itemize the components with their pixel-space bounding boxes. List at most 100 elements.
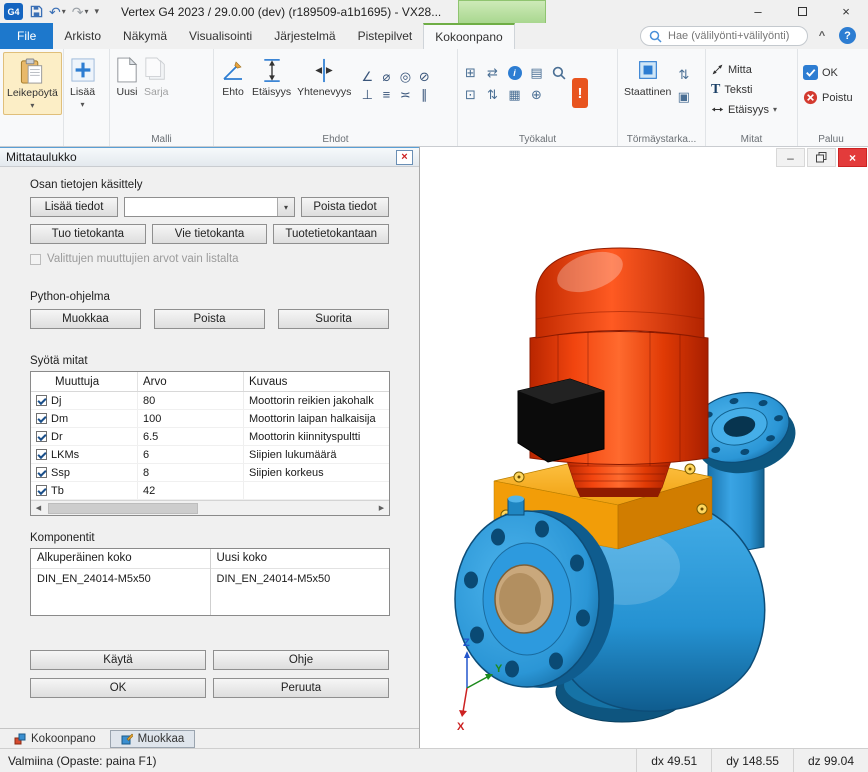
collinear-constraint-icon[interactable]: ∥ [415,86,433,103]
info-tool-button[interactable]: i [505,64,524,82]
add-tool-icon[interactable]: ⊕ [527,86,546,104]
variable-value[interactable]: 42 [137,482,243,499]
combobox-dropdown-icon[interactable]: ▾ [277,198,294,216]
ehto-button[interactable]: Ehto [217,52,249,102]
sort-tool-icon[interactable]: ⇅ [483,86,502,104]
symmetric-constraint-icon[interactable]: ≍ [396,86,414,103]
variable-value[interactable]: 6.5 [137,428,243,445]
variable-value[interactable]: 80 [137,392,243,409]
app-icon[interactable]: G4 [4,3,23,20]
row-checkbox[interactable] [36,431,47,442]
tab-kokoonpano[interactable]: Kokoonpano [423,23,514,49]
table-row[interactable]: LKMs 6 Siipien lukumäärä [31,446,389,464]
frame-tool-icon[interactable]: ⊡ [461,86,480,104]
muokkaa-python-button[interactable]: Muokkaa [30,309,141,329]
tuo-tietokanta-button[interactable]: Tuo tietokanta [30,224,146,244]
listalta-checkbox[interactable] [30,254,41,265]
pump-3d-model[interactable]: Z Y X [420,147,868,748]
component-original-size[interactable]: DIN_EN_24014-M5x50 [31,569,210,589]
search-input[interactable]: Hae (välilyönti+välilyönti) [640,26,808,46]
variable-value[interactable]: 100 [137,410,243,427]
uusi-button[interactable]: Uusi [113,52,141,102]
angle-constraint-icon[interactable]: ∠ [358,68,376,85]
variable-value[interactable]: 8 [137,464,243,481]
doc-close-button[interactable]: × [838,148,867,167]
help-button[interactable]: ? [839,27,856,44]
ok-ribbon-button[interactable]: OK [801,64,855,81]
mitta-button[interactable]: Mitta [709,61,779,78]
lisaa-tiedot-button[interactable]: Lisää tiedot [30,197,118,217]
yhtenevyys-button[interactable]: Yhtenevyys [294,52,354,102]
transfer-tool-icon[interactable]: ⇄ [483,64,502,82]
poista-tiedot-button[interactable]: Poista tiedot [301,197,389,217]
doc-tab-kokoonpano[interactable]: Kokoonpano [4,730,106,748]
maximize-button[interactable] [780,0,824,23]
staattinen-button[interactable]: Staattinen [621,52,674,102]
etaisyys-button[interactable]: Etäisyys [249,52,294,102]
swap-tool-icon[interactable]: ⇅ [674,66,693,84]
tangent-constraint-icon[interactable]: ⊘ [415,68,433,85]
poista-python-button[interactable]: Poista [154,309,265,329]
report-tool-icon[interactable]: ▤ [527,64,546,82]
ok-dialog-button[interactable]: OK [30,678,206,698]
close-button[interactable]: × [824,0,868,23]
panel-tool-icon[interactable]: ▣ [674,88,693,106]
motor-cap[interactable] [536,244,704,338]
variable-value[interactable]: 6 [137,446,243,463]
row-checkbox[interactable] [36,449,47,460]
dialog-title-bar[interactable]: Mittataulukko × [0,147,419,167]
terminal-box[interactable] [518,379,604,462]
paste-button[interactable]: Leikepöytä ▾ [3,52,62,115]
scroll-left-icon[interactable]: ◀ [31,501,46,515]
tab-arkisto[interactable]: Arkisto [53,23,112,49]
tab-jarjestelma[interactable]: Järjestelmä [263,23,346,49]
row-checkbox[interactable] [36,395,47,406]
concentric-constraint-icon[interactable]: ◎ [396,68,414,85]
kayta-button[interactable]: Käytä [30,650,206,670]
doc-restore-button[interactable] [807,148,836,167]
redo-button[interactable]: ↷▾ [72,5,89,19]
table-row[interactable]: Dj 80 Moottorin reikien jakohalk [31,392,389,410]
component-new-size[interactable]: DIN_EN_24014-M5x50 [211,569,390,589]
perpendicular-constraint-icon[interactable]: ⊥ [358,86,376,103]
tab-visualisointi[interactable]: Visualisointi [178,23,263,49]
row-checkbox[interactable] [36,413,47,424]
minimize-button[interactable]: – [736,0,780,23]
table-row[interactable]: Dr 6.5 Moottorin kiinnityspultti [31,428,389,446]
warning-button[interactable]: ! [572,78,588,108]
qat-customize-button[interactable]: ▾ [95,7,100,16]
teksti-button[interactable]: T Teksti [709,81,779,98]
tab-pistepilvet[interactable]: Pistepilvet [347,23,424,49]
poistu-button[interactable]: Poistu [801,89,855,106]
vie-tietokanta-button[interactable]: Vie tietokanta [152,224,268,244]
table-row[interactable]: Tb 42 [31,482,389,500]
save-button[interactable] [30,5,43,18]
table-row[interactable]: Ssp 8 Siipien korkeus [31,464,389,482]
parallel-constraint-icon[interactable]: ≡ [377,86,395,103]
tuotetietokantaan-button[interactable]: Tuotetietokantaan [273,224,389,244]
undo-button[interactable]: ↶▾ [49,5,66,19]
row-checkbox[interactable] [36,485,47,496]
scroll-right-icon[interactable]: ▶ [374,501,389,515]
dialog-close-button[interactable]: × [396,150,413,165]
tiedot-combobox[interactable]: ▾ [124,197,295,217]
doc-minimize-button[interactable]: – [776,148,805,167]
database-tool-icon[interactable]: ⊞ [461,64,480,82]
etaisyys-mitat-button[interactable]: Etäisyys ▾ [709,101,779,118]
grid-tool-icon[interactable]: ▦ [505,86,524,104]
tab-file[interactable]: File [0,23,53,49]
model-viewport[interactable]: – × [420,147,868,748]
ohje-button[interactable]: Ohje [213,650,389,670]
peruuta-button[interactable]: Peruuta [213,678,389,698]
tab-nakyma[interactable]: Näkymä [112,23,178,49]
lisaa-button[interactable]: Lisää ▾ [67,52,98,113]
row-checkbox[interactable] [36,467,47,478]
sarja-button[interactable]: Sarja [141,52,172,102]
diameter-constraint-icon[interactable]: ⌀ [377,68,395,85]
horizontal-scrollbar[interactable]: ◀ ▶ [31,500,389,515]
suorita-python-button[interactable]: Suorita [278,309,389,329]
scrollbar-thumb[interactable] [48,503,198,514]
doc-tab-muokkaa[interactable]: Muokkaa [110,730,196,748]
table-row[interactable]: Dm 100 Moottorin laipan halkaisija [31,410,389,428]
collapse-ribbon-button[interactable]: ^ [814,28,830,44]
